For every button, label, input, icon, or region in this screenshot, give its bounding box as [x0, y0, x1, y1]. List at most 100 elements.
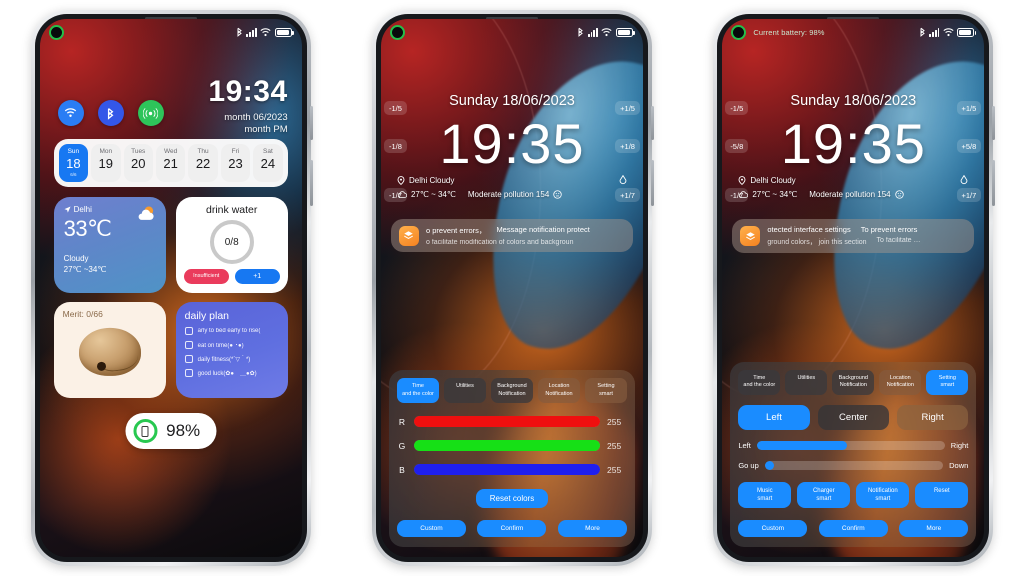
- lockscreen-location-line: Delhi Cloudy: [738, 175, 968, 185]
- reset-colors-button[interactable]: Reset colors: [475, 489, 549, 508]
- volume-button[interactable]: [650, 106, 654, 140]
- tab-background-notification[interactable]: Background Notification: [490, 378, 533, 403]
- weather-widget[interactable]: Delhi 33℃ Cloudy 27℃ ~34℃: [53, 197, 166, 293]
- tab-location-notification[interactable]: Location Notification: [879, 369, 922, 395]
- tab-time-and-color[interactable]: Time and the color: [738, 369, 781, 395]
- slider-green[interactable]: G 255: [397, 440, 627, 451]
- wifi-toggle[interactable]: [57, 100, 84, 126]
- daily-plan-widget[interactable]: daily plan arly to bed early to rise( ea…: [175, 302, 288, 398]
- tab-line-2: Notification: [839, 382, 867, 389]
- btn-line-2: smart: [875, 495, 891, 502]
- lockscreen-time: 19:35: [780, 112, 926, 175]
- notification-smart-button[interactable]: Notification smart: [856, 481, 910, 508]
- checkbox-icon[interactable]: [184, 327, 193, 335]
- power-button[interactable]: [992, 160, 996, 206]
- lockscreen-pollution: Moderate pollution 154: [467, 190, 550, 199]
- slider-track-b[interactable]: [413, 464, 600, 475]
- tab-utilities[interactable]: Utilities: [785, 369, 828, 395]
- align-right-button[interactable]: Right: [896, 404, 969, 430]
- more-button[interactable]: More: [557, 520, 627, 537]
- status-icons: [236, 27, 294, 37]
- panel-footer-buttons: Custom Confirm More: [738, 520, 969, 537]
- calendar-day-number: 22: [195, 156, 211, 172]
- notification-line-1: otected interface settings To prevent er…: [767, 225, 966, 234]
- plan-item[interactable]: arly to bed early to rise(: [184, 327, 279, 335]
- tab-setting-smart[interactable]: Setting smart: [926, 369, 969, 395]
- calendar-day-wed[interactable]: Wed 21: [155, 144, 186, 183]
- app-icon: [398, 225, 419, 246]
- plan-item[interactable]: good luck(✿● ＿●✿): [184, 368, 279, 377]
- calendar-day-fri[interactable]: Fri 23: [220, 144, 251, 183]
- volume-button[interactable]: [992, 106, 996, 140]
- slider-track-g[interactable]: [413, 440, 600, 451]
- horizontal-position-slider[interactable]: Left Right: [738, 440, 968, 450]
- notification-title-a: otected interface settings: [767, 225, 851, 234]
- hotspot-toggle[interactable]: [137, 100, 164, 126]
- tab-time-and-color[interactable]: Time and the color: [396, 378, 439, 403]
- slider-track-horizontal[interactable]: [756, 440, 945, 450]
- tab-line-2: and the color: [402, 390, 434, 397]
- checkbox-icon[interactable]: [184, 340, 193, 349]
- tab-setting-smart[interactable]: Setting smart: [584, 378, 627, 403]
- plan-item-label: daily fitness(*´▽｀*): [197, 357, 251, 363]
- confirm-button[interactable]: Confirm: [477, 520, 547, 537]
- phone-device-colors: -1/5 -1/8 -1/7 +1/5 +1/8 +1/7 Sunday 18/…: [371, 10, 654, 566]
- app-icon: [740, 226, 761, 246]
- slider-fill-g: [413, 440, 600, 451]
- notification-banner[interactable]: otected interface settings To prevent er…: [732, 219, 975, 253]
- vertical-position-slider[interactable]: Go up Down: [738, 460, 968, 470]
- checkbox-icon[interactable]: [184, 368, 193, 377]
- checkbox-icon[interactable]: [184, 354, 193, 363]
- tab-utilities[interactable]: Utilities: [443, 378, 486, 403]
- tab-background-notification[interactable]: Background Notification: [832, 369, 875, 395]
- btn-line-2: smart: [816, 495, 832, 502]
- notification-line-2: ground colors， join this section To faci…: [767, 237, 966, 247]
- insufficient-button[interactable]: Insufficient: [183, 269, 229, 284]
- calendar-day-sun[interactable]: Sun 18 6/6: [58, 144, 89, 183]
- slider-red[interactable]: R 255: [397, 416, 627, 427]
- slider-fill-b: [413, 464, 600, 475]
- calendar-day-thu[interactable]: Thu 22: [188, 144, 218, 183]
- btn-line-2: smart: [757, 495, 773, 502]
- slider-blue[interactable]: B 255: [397, 464, 627, 475]
- lockscreen-meta: Delhi Cloudy 27℃ ~ 34℃ Moderate pollutio…: [738, 175, 968, 204]
- volume-button[interactable]: [309, 106, 313, 140]
- reset-button[interactable]: Reset: [915, 481, 969, 508]
- wooden-fish-icon[interactable]: [78, 327, 141, 376]
- confirm-button[interactable]: Confirm: [818, 520, 888, 537]
- music-smart-button[interactable]: Music smart: [738, 481, 792, 508]
- plan-item[interactable]: eat on time(●´･●): [184, 340, 279, 349]
- notification-banner[interactable]: o prevent errors， Message notification p…: [390, 219, 633, 252]
- reset-colors-row: Reset colors: [397, 489, 627, 508]
- battery-widget[interactable]: 98%: [125, 413, 217, 449]
- add-water-button[interactable]: +1: [234, 269, 280, 284]
- plan-item-label: eat on time(●´･●): [197, 343, 244, 349]
- custom-button[interactable]: Custom: [738, 520, 808, 537]
- slider-track-vertical[interactable]: [764, 460, 944, 470]
- calendar-day-tues[interactable]: Tues 20: [123, 144, 153, 183]
- custom-button[interactable]: Custom: [396, 520, 466, 537]
- align-left-button[interactable]: Left: [738, 404, 810, 430]
- merit-widget[interactable]: Merit: 0/66: [53, 302, 166, 398]
- drink-water-widget[interactable]: drink water 0/8 Insufficient +1: [175, 197, 288, 293]
- bluetooth-toggle[interactable]: [97, 100, 124, 126]
- power-button[interactable]: [309, 160, 313, 206]
- battery-icon: [274, 27, 294, 37]
- slider-fill-r: [413, 416, 600, 427]
- calendar-widget[interactable]: Sun 18 6/6 Mon 19 Tues 20 Wed 21 Thu 22 …: [53, 139, 288, 188]
- calendar-day-mon[interactable]: Mon 19: [91, 144, 121, 183]
- align-center-button[interactable]: Center: [817, 404, 889, 430]
- calendar-day-name: Fri: [231, 148, 240, 155]
- slider-track-r[interactable]: [413, 416, 600, 427]
- calendar-day-sat[interactable]: Sat 24: [253, 144, 283, 183]
- more-button[interactable]: More: [899, 520, 969, 537]
- tab-line-1: Setting: [938, 374, 956, 381]
- home-clock-time: 19:34: [208, 75, 288, 108]
- lockscreen-location-line: Delhi Cloudy: [397, 175, 627, 185]
- charger-smart-button[interactable]: Charger smart: [797, 481, 851, 508]
- tab-location-notification[interactable]: Location Notification: [537, 378, 580, 403]
- power-button[interactable]: [650, 160, 654, 206]
- control-panel-position: Time and the color Utilities Background …: [730, 361, 977, 547]
- daily-plan-title: daily plan: [184, 310, 230, 322]
- plan-item[interactable]: daily fitness(*´▽｀*): [184, 354, 279, 363]
